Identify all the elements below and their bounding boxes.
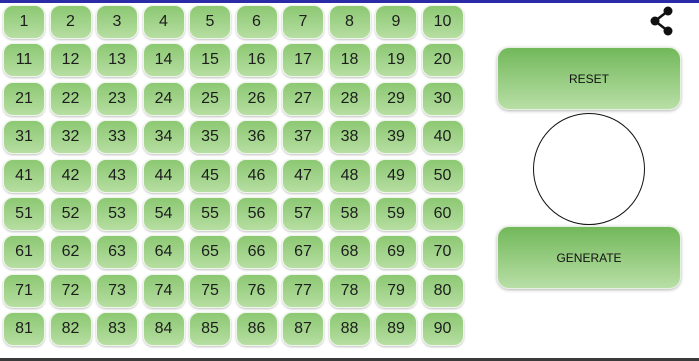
number-cell-16[interactable]: 16 — [235, 43, 278, 78]
number-cell-80[interactable]: 80 — [421, 273, 464, 308]
number-cell-37[interactable]: 37 — [282, 120, 324, 155]
number-cell-52[interactable]: 52 — [49, 196, 92, 231]
number-cell-81[interactable]: 81 — [3, 312, 45, 347]
number-cell-39[interactable]: 39 — [375, 120, 417, 155]
number-cell-46[interactable]: 46 — [235, 158, 278, 193]
number-cell-42[interactable]: 42 — [49, 158, 92, 193]
number-cell-28[interactable]: 28 — [328, 81, 371, 116]
number-cell-62[interactable]: 62 — [49, 235, 92, 270]
number-cell-90[interactable]: 90 — [421, 312, 464, 347]
number-cell-89[interactable]: 89 — [375, 312, 417, 347]
number-cell-44[interactable]: 44 — [142, 158, 185, 193]
number-cell-50[interactable]: 50 — [421, 158, 464, 193]
number-cell-75[interactable]: 75 — [189, 273, 231, 308]
number-cell-76[interactable]: 76 — [235, 273, 278, 308]
number-cell-78[interactable]: 78 — [328, 273, 371, 308]
number-cell-56[interactable]: 56 — [235, 196, 278, 231]
number-cell-21[interactable]: 21 — [3, 81, 45, 116]
number-cell-35[interactable]: 35 — [189, 120, 231, 155]
number-cell-32[interactable]: 32 — [49, 120, 92, 155]
number-cell-58[interactable]: 58 — [328, 196, 371, 231]
number-grid: 1 2 3 4 5 6 7 8 9 10 11 12 13 14 15 16 17 18 19 20 21 22 23 24 2… — [3, 5, 464, 347]
number-cell-49[interactable]: 49 — [375, 158, 417, 193]
number-cell-77[interactable]: 77 — [282, 273, 324, 308]
number-cell-86[interactable]: 86 — [235, 312, 278, 347]
number-cell-11[interactable]: 11 — [3, 43, 45, 78]
number-cell-48[interactable]: 48 — [328, 158, 371, 193]
number-cell-22[interactable]: 22 — [49, 81, 92, 116]
number-cell-72[interactable]: 72 — [49, 273, 92, 308]
number-cell-67[interactable]: 67 — [282, 235, 324, 270]
number-cell-47[interactable]: 47 — [282, 158, 324, 193]
number-cell-68[interactable]: 68 — [328, 235, 371, 270]
number-cell-8[interactable]: 8 — [328, 5, 371, 39]
share-icon[interactable] — [648, 6, 676, 36]
number-cell-36[interactable]: 36 — [235, 120, 278, 155]
number-cell-3[interactable]: 3 — [96, 5, 138, 39]
number-cell-70[interactable]: 70 — [421, 235, 464, 270]
number-cell-69[interactable]: 69 — [375, 235, 417, 270]
number-cell-71[interactable]: 71 — [3, 273, 45, 308]
number-cell-79[interactable]: 79 — [375, 273, 417, 308]
number-cell-25[interactable]: 25 — [189, 81, 231, 116]
number-cell-18[interactable]: 18 — [328, 43, 371, 78]
number-cell-84[interactable]: 84 — [142, 312, 185, 347]
number-cell-2[interactable]: 2 — [49, 5, 92, 39]
number-cell-38[interactable]: 38 — [328, 120, 371, 155]
number-cell-61[interactable]: 61 — [3, 235, 45, 270]
number-cell-13[interactable]: 13 — [96, 43, 138, 78]
number-cell-53[interactable]: 53 — [96, 196, 138, 231]
number-cell-40[interactable]: 40 — [421, 120, 464, 155]
generate-button[interactable]: GENERATE — [497, 226, 681, 289]
number-cell-4[interactable]: 4 — [142, 5, 185, 39]
number-cell-45[interactable]: 45 — [189, 158, 231, 193]
number-cell-54[interactable]: 54 — [142, 196, 185, 231]
number-cell-41[interactable]: 41 — [3, 158, 45, 193]
reset-button[interactable]: RESET — [497, 47, 681, 110]
number-cell-57[interactable]: 57 — [282, 196, 324, 231]
number-cell-59[interactable]: 59 — [375, 196, 417, 231]
number-cell-74[interactable]: 74 — [142, 273, 185, 308]
number-cell-15[interactable]: 15 — [189, 43, 231, 78]
number-cell-9[interactable]: 9 — [375, 5, 417, 39]
number-cell-65[interactable]: 65 — [189, 235, 231, 270]
number-cell-66[interactable]: 66 — [235, 235, 278, 270]
number-cell-55[interactable]: 55 — [189, 196, 231, 231]
number-cell-6[interactable]: 6 — [235, 5, 278, 39]
number-cell-12[interactable]: 12 — [49, 43, 92, 78]
number-cell-87[interactable]: 87 — [282, 312, 324, 347]
number-cell-63[interactable]: 63 — [96, 235, 138, 270]
number-cell-34[interactable]: 34 — [142, 120, 185, 155]
number-cell-60[interactable]: 60 — [421, 196, 464, 231]
number-cell-85[interactable]: 85 — [189, 312, 231, 347]
number-cell-27[interactable]: 27 — [282, 81, 324, 116]
number-cell-64[interactable]: 64 — [142, 235, 185, 270]
number-cell-26[interactable]: 26 — [235, 81, 278, 116]
number-cell-24[interactable]: 24 — [142, 81, 185, 116]
number-cell-23[interactable]: 23 — [96, 81, 138, 116]
number-cell-7[interactable]: 7 — [282, 5, 324, 39]
number-cell-1[interactable]: 1 — [3, 5, 45, 39]
drawn-number-display — [533, 113, 645, 225]
number-cell-33[interactable]: 33 — [96, 120, 138, 155]
number-cell-88[interactable]: 88 — [328, 312, 371, 347]
number-cell-43[interactable]: 43 — [96, 158, 138, 193]
number-cell-82[interactable]: 82 — [49, 312, 92, 347]
number-cell-10[interactable]: 10 — [421, 5, 464, 39]
number-cell-5[interactable]: 5 — [189, 5, 231, 39]
number-cell-51[interactable]: 51 — [3, 196, 45, 231]
number-cell-83[interactable]: 83 — [96, 312, 138, 347]
number-cell-14[interactable]: 14 — [142, 43, 185, 78]
number-cell-29[interactable]: 29 — [375, 81, 417, 116]
number-cell-20[interactable]: 20 — [421, 43, 464, 78]
number-cell-73[interactable]: 73 — [96, 273, 138, 308]
number-cell-19[interactable]: 19 — [375, 43, 417, 78]
number-cell-17[interactable]: 17 — [282, 43, 324, 78]
number-cell-31[interactable]: 31 — [3, 120, 45, 155]
number-cell-30[interactable]: 30 — [421, 81, 464, 116]
